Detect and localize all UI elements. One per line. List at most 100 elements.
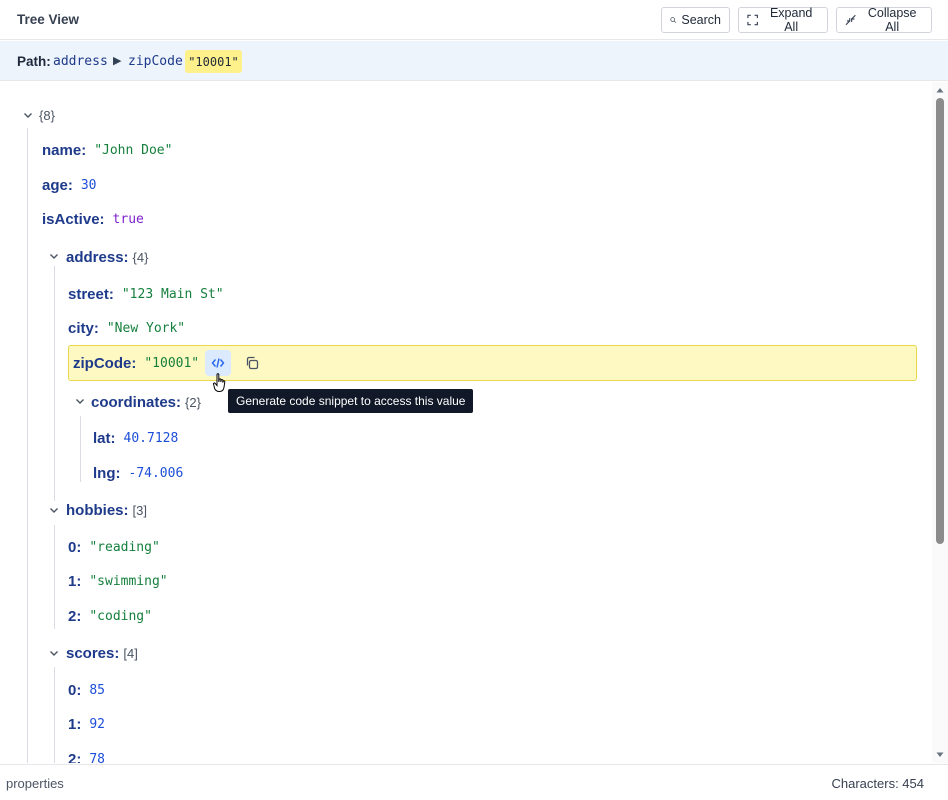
- node-value: 92: [89, 716, 105, 732]
- expand-all-button[interactable]: Expand All: [738, 6, 828, 34]
- chevron-down-icon[interactable]: [48, 250, 60, 262]
- path-segment[interactable]: zipCode: [128, 54, 183, 69]
- scroll-down-icon[interactable]: [936, 751, 944, 759]
- node-key: hobbies: [66, 501, 124, 519]
- node-key: city: [68, 319, 94, 337]
- node-key: address: [66, 248, 124, 266]
- status-bar: properties Characters: 454: [0, 764, 948, 800]
- node-colon: :: [110, 429, 116, 447]
- node-colon: :: [123, 248, 129, 266]
- tree-row-address[interactable]: address: {4}: [66, 246, 148, 268]
- tree-row-hobby[interactable]: 2: "coding": [68, 605, 152, 627]
- node-value: "John Doe": [94, 142, 173, 158]
- path-value-badge: "10001": [185, 50, 242, 73]
- node-value: -74.006: [128, 465, 184, 481]
- tree-row-scores[interactable]: scores: [4]: [66, 642, 138, 664]
- collapse-all-label: Collapse All: [867, 6, 917, 34]
- node-value: "reading": [89, 539, 160, 555]
- node-key: isActive: [42, 210, 100, 228]
- node-key: 0: [68, 681, 77, 699]
- node-value: "New York": [106, 320, 186, 336]
- node-colon: :: [114, 644, 120, 662]
- node-colon: :: [123, 501, 129, 519]
- path-label: Path:: [17, 54, 51, 69]
- node-colon: :: [115, 464, 121, 482]
- root-node[interactable]: {8}: [39, 104, 55, 126]
- copy-value-button[interactable]: [239, 350, 265, 376]
- node-colon: :: [76, 607, 82, 625]
- vertical-scrollbar[interactable]: [932, 82, 948, 763]
- search-button-label: Search: [681, 13, 721, 27]
- chevron-down-icon[interactable]: [22, 109, 34, 121]
- tree-row-score[interactable]: 2: 78: [68, 748, 105, 764]
- tree-row-isactive[interactable]: isActive: true: [42, 208, 144, 230]
- node-key: lng: [93, 464, 116, 482]
- tree-row-hobby[interactable]: 1: "swimming": [68, 570, 168, 592]
- node-value: 30: [80, 177, 97, 193]
- node-value: 40.7128: [123, 430, 179, 446]
- hand-cursor-icon: [212, 373, 226, 393]
- node-key: lat: [93, 429, 111, 447]
- tree-row-street[interactable]: street: "123 Main St": [68, 283, 224, 305]
- scrollbar-thumb[interactable]: [936, 98, 944, 544]
- tree-row-score[interactable]: 0: 85: [68, 679, 105, 701]
- panel-title: Tree View: [17, 12, 80, 27]
- scroll-up-icon[interactable]: [936, 86, 944, 94]
- node-value: "swimming": [89, 573, 168, 589]
- search-button[interactable]: Search: [661, 7, 730, 33]
- node-colon: :: [99, 210, 105, 228]
- root-count: {8}: [39, 107, 55, 123]
- node-key: name: [42, 141, 82, 159]
- node-key: age: [42, 176, 68, 194]
- node-count: {2}: [185, 394, 201, 410]
- node-key: street: [68, 285, 109, 303]
- node-key: 1: [68, 715, 77, 733]
- node-count: [3]: [132, 502, 147, 518]
- tree-row-age[interactable]: age: 30: [42, 174, 97, 196]
- expand-all-label: Expand All: [769, 6, 813, 34]
- tree-row-hobbies[interactable]: hobbies: [3]: [66, 499, 147, 521]
- tree-row-zipcode[interactable]: zipCode: "10001": [73, 352, 199, 374]
- node-key: 2: [68, 607, 77, 625]
- node-value: 78: [89, 751, 105, 764]
- chevron-down-icon[interactable]: [74, 395, 86, 407]
- tree-row-coordinates[interactable]: coordinates: {2}: [91, 391, 201, 413]
- path-bar: Path: address ▶ zipCode "10001": [0, 41, 948, 81]
- node-count: {4}: [132, 249, 149, 265]
- tree-row-name[interactable]: name: "John Doe": [42, 139, 172, 161]
- node-colon: :: [76, 572, 82, 590]
- chevron-down-icon[interactable]: [48, 647, 60, 659]
- tree-row-score[interactable]: 1: 92: [68, 713, 105, 735]
- tree-row-hobby[interactable]: 0: "reading": [68, 536, 160, 558]
- node-key: 1: [68, 572, 77, 590]
- node-colon: :: [108, 285, 114, 303]
- node-colon: :: [93, 319, 99, 337]
- tooltip: Generate code snippet to access this val…: [228, 389, 474, 413]
- node-value: "10001": [144, 355, 200, 371]
- node-colon: :: [76, 715, 82, 733]
- chevron-down-icon[interactable]: [48, 504, 60, 516]
- indent-guide: [54, 525, 55, 629]
- node-colon: :: [76, 538, 82, 556]
- tree-row-city[interactable]: city: "New York": [68, 317, 185, 339]
- path-segment[interactable]: address: [53, 54, 108, 69]
- node-key: zipCode: [73, 354, 132, 372]
- copy-icon: [246, 356, 259, 370]
- character-count: Characters: 454: [831, 776, 925, 791]
- node-key: coordinates: [91, 393, 177, 411]
- node-colon: :: [131, 354, 137, 372]
- collapse-all-button[interactable]: Collapse All: [836, 6, 932, 34]
- node-count: [4]: [123, 645, 138, 661]
- tree-view: {8} name: "John Doe" age: 30 isActive: t…: [0, 82, 932, 763]
- header-bar: Tree View Search Expand All Collapse All: [0, 0, 948, 40]
- indent-guide: [27, 128, 28, 763]
- path-separator: ▶: [113, 55, 122, 67]
- tree-row-lng[interactable]: lng: -74.006: [93, 462, 183, 484]
- tree-row-lat[interactable]: lat: 40.7128: [93, 427, 178, 449]
- node-colon: :: [176, 393, 182, 411]
- expand-icon: [747, 14, 758, 26]
- code-icon: [211, 358, 225, 368]
- node-key: 2: [68, 750, 77, 764]
- node-colon: :: [76, 681, 82, 699]
- node-colon: :: [67, 176, 73, 194]
